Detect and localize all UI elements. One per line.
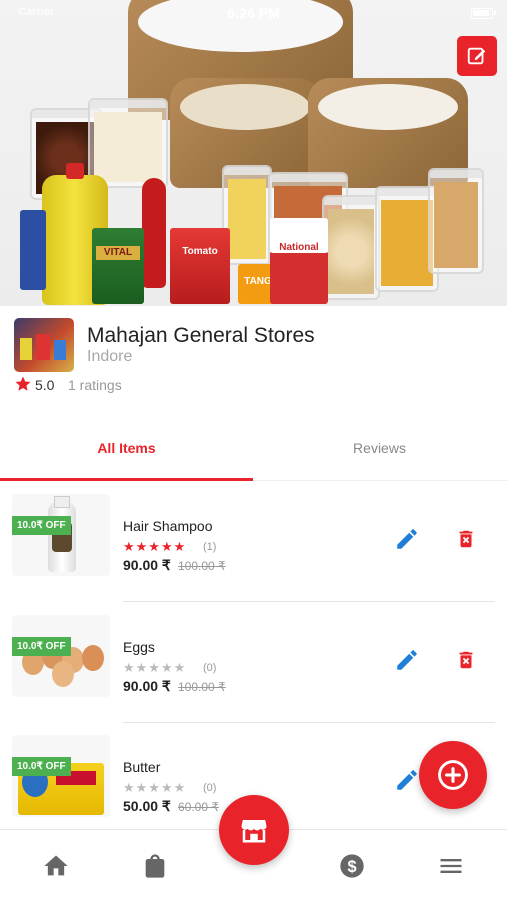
sauce-bottle: [142, 178, 166, 288]
edit-store-button[interactable]: [457, 36, 497, 76]
chickpea-jar: [322, 195, 380, 300]
status-bar: Carrier 6:26 PM: [0, 0, 507, 28]
tab-reviews[interactable]: Reviews: [253, 425, 506, 481]
item-stars: ★★★★★: [123, 780, 187, 795]
item-name: Butter: [123, 759, 161, 775]
store-info: Mahajan General Stores Indore 5.0 1 rati…: [0, 306, 507, 406]
tea-box-label: VITAL: [96, 246, 140, 260]
store-logo: [14, 318, 74, 372]
shopping-bag-icon[interactable]: [141, 852, 169, 880]
divider: [123, 601, 495, 602]
store-ratings-count: 1 ratings: [68, 377, 122, 393]
ketchup-box-label: Tomato: [182, 246, 218, 257]
item-mrp: 100.00 ₹: [178, 680, 226, 694]
item-name: Eggs: [123, 639, 155, 655]
trash-icon[interactable]: [455, 526, 477, 552]
item-review-count: (0): [203, 662, 217, 674]
tab-bar: All Items Reviews: [0, 425, 507, 481]
discount-badge: 10.0₹ OFF: [12, 637, 71, 656]
trash-icon[interactable]: [455, 647, 477, 673]
store-banner: Carrier 6:26 PM VITAL Tomato TANG Nation…: [0, 0, 507, 306]
snack-pack: [20, 210, 46, 290]
menu-icon[interactable]: [437, 852, 465, 880]
list-item[interactable]: 10.0₹ OFF Hair Shampoo ★★★★★ (1) 90.00 ₹…: [0, 482, 507, 602]
item-stars: ★★★★★: [123, 539, 187, 554]
vermicelli-box-label: National: [272, 242, 326, 253]
item-mrp: 100.00 ₹: [178, 559, 226, 573]
star-icon: [15, 376, 31, 391]
discount-badge: 10.0₹ OFF: [12, 516, 71, 535]
item-price: 50.00 ₹: [123, 798, 171, 814]
semolina-jar: [88, 98, 168, 188]
item-image: [12, 615, 110, 697]
store-name: Mahajan General Stores: [87, 324, 315, 347]
edit-icon: [467, 47, 486, 65]
item-price: 90.00 ₹: [123, 678, 171, 694]
item-review-count: (0): [203, 782, 217, 794]
item-review-count: (1): [203, 541, 217, 553]
pencil-icon[interactable]: [394, 767, 420, 793]
pencil-icon[interactable]: [394, 647, 420, 673]
battery-icon: [471, 8, 496, 19]
add-item-button[interactable]: [419, 741, 487, 809]
status-time: 6:26 PM: [227, 5, 280, 21]
tea-box: VITAL: [92, 228, 144, 304]
add-circle-icon: [438, 760, 468, 790]
item-stars: ★★★★★: [123, 660, 187, 675]
store-icon: [241, 820, 267, 843]
item-price: 90.00 ₹: [123, 557, 171, 573]
item-image: [12, 494, 110, 576]
home-icon[interactable]: [42, 852, 70, 880]
peanut-jar: [428, 168, 484, 274]
dollar-icon[interactable]: $: [338, 852, 366, 880]
discount-badge: 10.0₹ OFF: [12, 757, 71, 776]
item-mrp: 60.00 ₹: [178, 800, 219, 814]
pencil-icon[interactable]: [394, 526, 420, 552]
svg-text:$: $: [347, 858, 356, 876]
list-item[interactable]: 10.0₹ OFF Eggs ★★★★★ (0) 90.00 ₹ 100.00 …: [0, 603, 507, 723]
vermicelli-box: National: [270, 218, 328, 304]
item-name: Hair Shampoo: [123, 518, 213, 534]
tab-all-items[interactable]: All Items: [0, 425, 253, 481]
ketchup-box: Tomato: [170, 228, 230, 304]
store-button[interactable]: [219, 795, 289, 865]
store-rating: 5.0: [35, 377, 55, 393]
store-city: Indore: [87, 348, 133, 365]
item-image: [12, 735, 110, 817]
